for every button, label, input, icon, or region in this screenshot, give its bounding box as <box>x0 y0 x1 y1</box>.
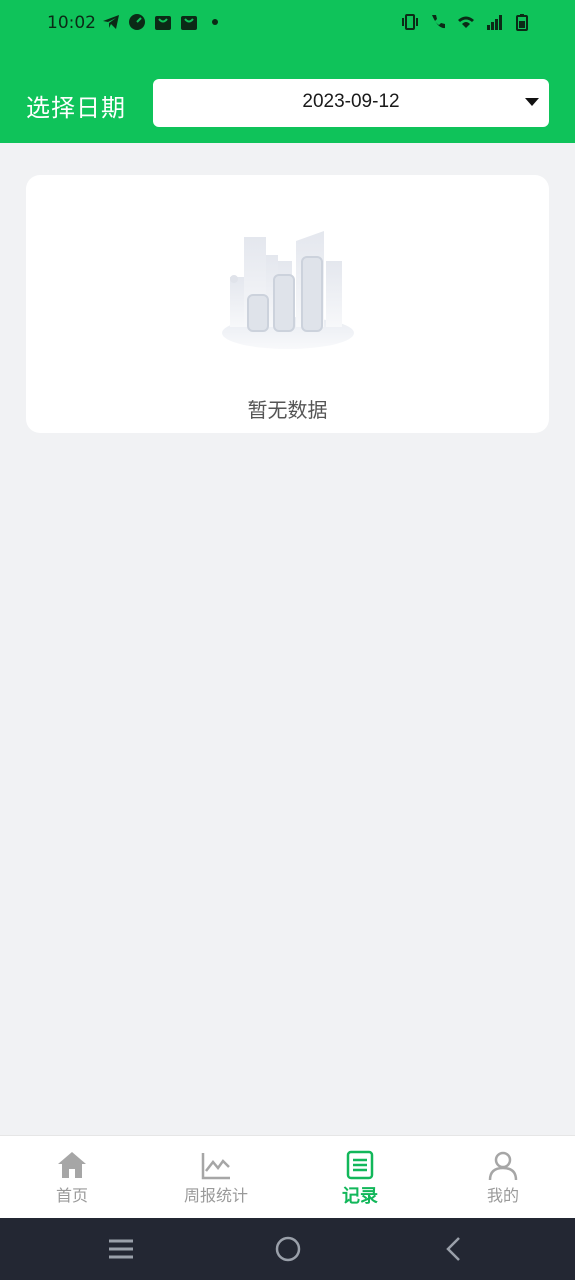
telegram-icon <box>103 15 119 29</box>
tab-label: 记录 <box>342 1186 378 1207</box>
tab-label: 首页 <box>55 1186 88 1205</box>
tab-mine[interactable]: 我的 <box>431 1136 575 1219</box>
signal-icon <box>487 15 502 30</box>
header: 选择日期 2023-09-12 <box>0 48 575 143</box>
status-bar: 10:02 <box>0 0 575 48</box>
shopping-bag-icon <box>181 16 197 30</box>
empty-state-card: 暂无数据 <box>26 175 549 433</box>
date-select[interactable]: 2023-09-12 <box>153 79 549 127</box>
tab-label: 我的 <box>486 1186 519 1205</box>
wifi-icon <box>458 16 474 28</box>
list-document-icon <box>346 1150 374 1180</box>
empty-buildings-illustration <box>222 231 354 349</box>
home-circle-icon[interactable] <box>274 1235 302 1263</box>
user-icon <box>488 1151 518 1181</box>
tab-weekly-stats[interactable]: 周报统计 <box>144 1136 288 1219</box>
status-right-icons <box>401 13 531 31</box>
speedometer-icon <box>129 14 145 30</box>
bottom-tab-bar: 首页 周报统计 记录 我的 <box>0 1135 575 1219</box>
wifi-calling-icon <box>432 15 445 29</box>
page-title: 选择日期 <box>26 94 126 122</box>
shopping-bag-icon <box>155 16 171 30</box>
dot-icon <box>212 19 218 25</box>
tab-records[interactable]: 记录 <box>288 1136 432 1219</box>
tab-home[interactable]: 首页 <box>0 1136 144 1219</box>
vibrate-icon <box>402 14 418 30</box>
chevron-down-icon <box>525 98 539 106</box>
menu-icon[interactable] <box>107 1235 135 1263</box>
empty-state-text: 暂无数据 <box>247 398 328 422</box>
home-icon <box>58 1152 86 1178</box>
status-left-icons <box>102 13 224 31</box>
status-time: 10:02 <box>47 13 96 33</box>
tab-label: 周报统计 <box>183 1186 248 1205</box>
line-chart-icon <box>201 1153 230 1180</box>
back-icon[interactable] <box>440 1235 468 1263</box>
system-nav-bar <box>0 1218 575 1280</box>
battery-icon <box>516 14 528 31</box>
date-value: 2023-09-12 <box>302 91 400 112</box>
